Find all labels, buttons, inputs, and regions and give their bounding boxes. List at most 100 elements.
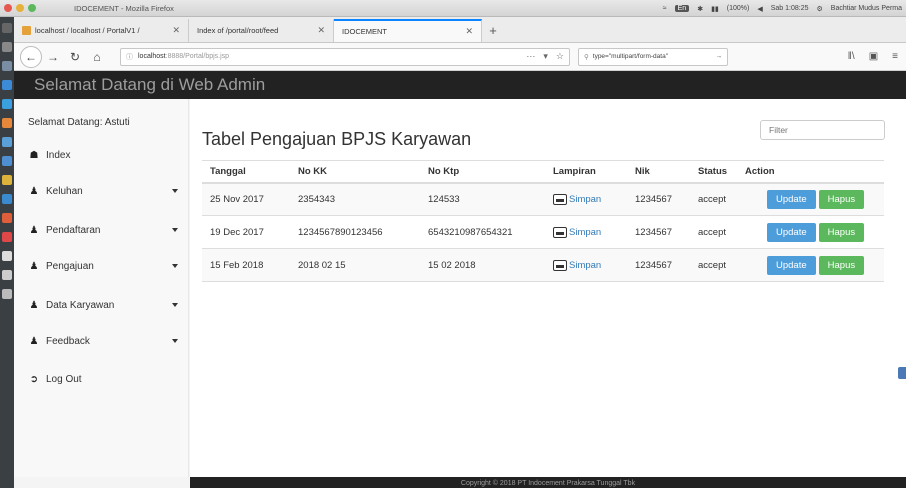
- app-icon[interactable]: [2, 232, 12, 242]
- search-bar[interactable]: ⚲ type="multipart/form-data" →: [578, 47, 728, 66]
- users-icon: ♟: [29, 260, 39, 272]
- users-icon: ♟: [29, 185, 39, 197]
- app-icon[interactable]: [2, 156, 12, 166]
- brand-title[interactable]: Selamat Datang di Web Admin: [34, 75, 265, 95]
- sidebar-item-feedback[interactable]: ♟ Feedback: [28, 331, 178, 351]
- cell-tanggal: 15 Feb 2018: [202, 248, 290, 282]
- volume-icon[interactable]: ◀: [757, 5, 762, 13]
- app-icon[interactable]: [2, 80, 12, 90]
- app-icon[interactable]: [2, 213, 12, 223]
- attachment-label: Simpan: [569, 226, 602, 238]
- url-bar[interactable]: ⓘ localhost :8888/Portal/bpjs.jsp ··· ▾ …: [120, 47, 570, 66]
- page-actions-icon[interactable]: ···: [526, 51, 535, 62]
- chevron-down-icon: [172, 228, 178, 232]
- sidebar-item-pendaftaran[interactable]: ♟ Pendaftaran: [28, 220, 178, 240]
- welcome-text: Selamat Datang: Astuti: [28, 117, 130, 128]
- sidebar-item-log-out[interactable]: ➲ Log Out: [28, 369, 178, 389]
- close-tab-icon[interactable]: ✕: [309, 25, 325, 36]
- chevron-down-icon: [172, 189, 178, 193]
- cell-lampiran: Simpan: [545, 215, 627, 249]
- clock[interactable]: Sab 1:08:25: [771, 5, 809, 12]
- language-indicator[interactable]: En: [674, 5, 690, 12]
- app-icon[interactable]: [2, 270, 12, 280]
- maximize-window-icon[interactable]: [28, 4, 36, 12]
- battery-icon[interactable]: ▮▮: [711, 5, 719, 13]
- update-button[interactable]: Update: [767, 189, 816, 209]
- hapus-button[interactable]: Hapus: [818, 255, 865, 275]
- table-row: 19 Dec 2017 1234567890123456 65432109876…: [202, 215, 884, 249]
- page-title: Tabel Pengajuan BPJS Karyawan: [202, 129, 472, 149]
- update-button[interactable]: Update: [767, 222, 816, 242]
- new-tab-button[interactable]: +: [482, 19, 504, 42]
- app-icon[interactable]: [2, 289, 12, 299]
- column-header: Lampiran: [545, 160, 627, 184]
- tab-idocement[interactable]: IDOCEMENT ✕: [334, 19, 482, 42]
- sidebar-item-data-karyawan[interactable]: ♟ Data Karyawan: [28, 295, 178, 315]
- cell-status: accept: [690, 182, 737, 216]
- screen: IDOCEMENT - Mozilla Firefox ≈ En ✱ ▮▮ (1…: [0, 0, 906, 488]
- copyright-text: Copyright © 2018 PT Indocement Prakarsa …: [460, 480, 636, 487]
- dash-icon[interactable]: [2, 23, 12, 33]
- hapus-button[interactable]: Hapus: [818, 222, 865, 242]
- sidebar-item-label: Data Karyawan: [46, 299, 115, 311]
- bluetooth-icon[interactable]: ✱: [697, 5, 703, 13]
- attachment-link[interactable]: Simpan: [553, 259, 619, 271]
- tab-phpmyadmin[interactable]: localhost / localhost / PortalV1 / ✕: [14, 19, 189, 42]
- column-header: Action: [737, 160, 884, 184]
- back-button[interactable]: ←: [20, 45, 42, 68]
- table-row: 25 Nov 2017 2354343 124533 Simpan 123456…: [202, 182, 884, 216]
- close-tab-icon[interactable]: ✕: [457, 26, 473, 37]
- column-header: No KK: [290, 160, 420, 184]
- user-name[interactable]: Bachtiar Mudus Perma: [831, 5, 902, 12]
- close-tab-icon[interactable]: ✕: [164, 25, 180, 36]
- document-icon: [553, 226, 567, 238]
- attachment-link[interactable]: Simpan: [553, 193, 619, 205]
- window-controls: [4, 4, 36, 12]
- filter-input[interactable]: [760, 120, 885, 140]
- chromium-icon[interactable]: [2, 99, 12, 109]
- app-icon[interactable]: [2, 194, 12, 204]
- minimize-window-icon[interactable]: [16, 4, 24, 12]
- update-button[interactable]: Update: [767, 255, 816, 275]
- system-tray: ≈ En ✱ ▮▮ (100%) ◀ Sab 1:08:25 ⚙ Bachtia…: [663, 0, 902, 17]
- wifi-icon[interactable]: ≈: [663, 5, 667, 12]
- users-icon: ♟: [29, 299, 39, 311]
- menu-icon[interactable]: ≡: [892, 51, 898, 62]
- reload-button[interactable]: ↻: [64, 46, 86, 68]
- site-info-icon[interactable]: ⓘ: [126, 52, 133, 62]
- cell-nik: 1234567: [627, 182, 690, 216]
- bookmark-star-icon[interactable]: ☆: [556, 51, 564, 62]
- cell-tanggal: 19 Dec 2017: [202, 215, 290, 249]
- attachment-link[interactable]: Simpan: [553, 226, 619, 238]
- sidebar-item-keluhan[interactable]: ♟ Keluhan: [28, 181, 178, 201]
- hapus-button[interactable]: Hapus: [818, 189, 865, 209]
- app-icon[interactable]: [2, 251, 12, 261]
- column-header: Nik: [627, 160, 690, 184]
- cell-lampiran: Simpan: [545, 182, 627, 216]
- chevron-down-icon: [172, 264, 178, 268]
- page-header: Selamat Datang di Web Admin: [14, 71, 906, 99]
- floating-widget-icon[interactable]: [898, 367, 906, 379]
- home-button[interactable]: ⌂: [86, 46, 108, 68]
- app-icon[interactable]: [2, 137, 12, 147]
- pocket-icon[interactable]: ▾: [543, 51, 548, 62]
- app-icon[interactable]: [2, 175, 12, 185]
- cell-action: Update Hapus: [737, 215, 884, 249]
- close-window-icon[interactable]: [4, 4, 12, 12]
- cell-tanggal: 25 Nov 2017: [202, 182, 290, 216]
- settings-icon[interactable]: ⚙: [817, 5, 823, 13]
- cell-action: Update Hapus: [737, 248, 884, 282]
- sidebar-toggle-icon[interactable]: ▣: [869, 51, 878, 62]
- sign-out-icon: ➲: [29, 373, 39, 385]
- terminal-icon[interactable]: [2, 42, 12, 52]
- forward-button[interactable]: →: [42, 46, 64, 68]
- library-icon[interactable]: ‖\: [848, 51, 855, 62]
- sidebar-item-index[interactable]: ☗ Index: [28, 145, 178, 165]
- cell-no-kk: 1234567890123456: [290, 215, 420, 249]
- sidebar-item-pengajuan[interactable]: ♟ Pengajuan: [28, 256, 178, 276]
- tab-index-feed[interactable]: Index of /portal/root/feed ✕: [189, 19, 334, 42]
- search-go-icon[interactable]: →: [716, 53, 723, 60]
- sidebar-item-label: Keluhan: [46, 185, 83, 197]
- firefox-icon[interactable]: [2, 118, 12, 128]
- files-icon[interactable]: [2, 61, 12, 71]
